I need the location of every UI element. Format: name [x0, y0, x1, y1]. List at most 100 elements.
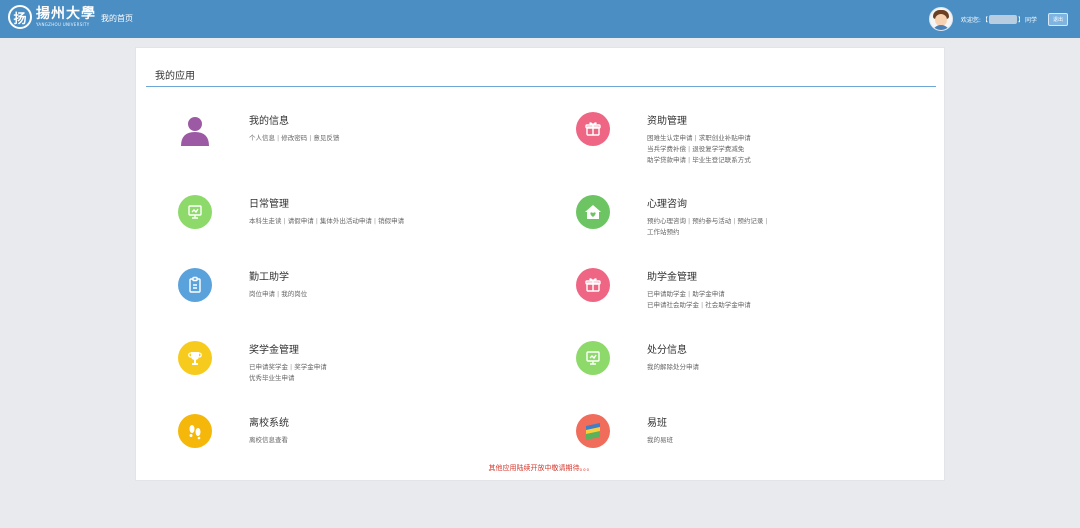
gift-icon[interactable]: [576, 268, 610, 302]
avatar-shirt: [931, 25, 950, 30]
app-links: 已申请助学金 | 助学金申请 已申请社会助学金 | 社会助学金申请: [647, 289, 751, 311]
monitor-icon[interactable]: [576, 341, 610, 375]
app-link[interactable]: 我的解除处分申请: [647, 363, 699, 371]
app-link[interactable]: 岗位申请: [249, 290, 275, 298]
logout-button[interactable]: 退出: [1047, 12, 1068, 26]
app-links-row: 助学贷款申请 | 毕业生登记联系方式: [647, 155, 751, 166]
app-name[interactable]: 勤工助学: [249, 268, 289, 283]
university-seal-icon: 扬: [8, 5, 32, 29]
yiban-flag-icon[interactable]: [576, 414, 610, 448]
logo-title: 揚州大學: [36, 6, 96, 22]
logo-subtitle: YANGZHOU UNIVERSITY: [36, 22, 90, 27]
app-link[interactable]: 离校信息查看: [249, 436, 288, 444]
top-bar: 扬 揚州大學 YANGZHOU UNIVERSITY 我的首页 欢迎您: 【 】…: [0, 0, 1080, 38]
trophy-icon[interactable]: [178, 341, 212, 375]
app-links-row: 困难生认定申请 | 求职创业补贴申请: [647, 133, 751, 144]
app-link[interactable]: 退役复学学费减免: [692, 145, 744, 153]
gift-icon[interactable]: [576, 112, 610, 146]
app-name[interactable]: 我的信息: [249, 112, 289, 127]
app-name[interactable]: 助学金管理: [647, 268, 697, 283]
app-links: 岗位申请 | 我的岗位: [249, 289, 307, 300]
app-links: 预约心理咨询 | 预约参与活动 | 预约记录 | 工作站预约: [647, 216, 770, 238]
app-link[interactable]: 已申请社会助学金: [647, 301, 699, 309]
app-link[interactable]: 当兵学费补偿: [647, 145, 686, 153]
app-name[interactable]: 易班: [647, 414, 667, 429]
link-separator: |: [277, 134, 280, 142]
app-link[interactable]: 助学金申请: [692, 290, 725, 298]
footprint-icon[interactable]: [178, 414, 212, 448]
app-name[interactable]: 奖学金管理: [249, 341, 299, 356]
app-link[interactable]: 困难生认定申请: [647, 134, 693, 142]
app-link[interactable]: 销假申请: [378, 217, 404, 225]
house-heart-icon[interactable]: [576, 195, 610, 229]
app-links-row: 优秀毕业生申请: [249, 373, 327, 384]
app-link[interactable]: 个人信息: [249, 134, 275, 142]
person-icon[interactable]: [178, 112, 212, 146]
app-links: 我的解除处分申请: [647, 362, 699, 373]
app-links-row: 预约心理咨询 | 预约参与活动 | 预约记录 |: [647, 216, 770, 227]
app-links-row: 我的解除处分申请: [647, 362, 699, 373]
app-link[interactable]: 意见反馈: [313, 134, 339, 142]
app-links-row: 离校信息查看: [249, 435, 288, 446]
link-separator: |: [688, 290, 691, 298]
app-link[interactable]: 我的易班: [647, 436, 673, 444]
nav-home-link[interactable]: 我的首页: [101, 13, 133, 24]
app-links-row: 当兵学费补偿 | 退役复学学费减免: [647, 144, 751, 155]
panel-divider: [146, 86, 936, 87]
link-separator: |: [309, 134, 312, 142]
app-link[interactable]: 毕业生登记联系方式: [692, 156, 751, 164]
app-name[interactable]: 离校系统: [249, 414, 289, 429]
app-links-row: 已申请社会助学金 | 社会助学金申请: [647, 300, 751, 311]
app-link[interactable]: 奖学金申请: [294, 363, 327, 371]
app-link[interactable]: 我的岗位: [281, 290, 307, 298]
app-name[interactable]: 日常管理: [249, 195, 289, 210]
app-link[interactable]: 助学贷款申请: [647, 156, 686, 164]
logo-text: 揚州大學 YANGZHOU UNIVERSITY: [36, 6, 96, 28]
app-name[interactable]: 心理咨询: [647, 195, 687, 210]
link-separator: |: [277, 290, 280, 298]
app-links-row: 本科生走读 | 请假申请 | 集体外出活动申请 | 销假申请: [249, 216, 404, 227]
welcome-text: 欢迎您: 【 】 同学: [960, 14, 1037, 24]
bracket-open: 【: [981, 16, 988, 24]
app-links: 已申请奖学金 | 奖学金申请优秀毕业生申请: [249, 362, 327, 384]
app-links-row: 岗位申请 | 我的岗位: [249, 289, 307, 300]
link-separator: |: [688, 145, 691, 153]
app-name[interactable]: 资助管理: [647, 112, 687, 127]
bracket-close: 】: [1017, 16, 1024, 24]
app-link[interactable]: 预约记录: [737, 217, 763, 225]
user-area: 欢迎您: 【 】 同学 退出: [928, 7, 1068, 31]
app-links: 个人信息 | 修改密码 | 意见反馈: [249, 133, 339, 144]
university-logo[interactable]: 扬 揚州大學 YANGZHOU UNIVERSITY: [8, 5, 96, 29]
app-links-row: 已申请助学金 | 助学金申请: [647, 289, 751, 300]
app-link[interactable]: 修改密码: [281, 134, 307, 142]
link-separator: |: [701, 301, 704, 309]
avatar[interactable]: [928, 7, 953, 31]
app-link[interactable]: 已申请奖学金: [249, 363, 288, 371]
link-separator: |: [283, 217, 286, 225]
welcome-prefix: 欢迎您:: [960, 16, 981, 24]
document-icon[interactable]: [178, 268, 212, 302]
app-link[interactable]: 本科生走读: [249, 217, 282, 225]
app-link[interactable]: 集体外出活动申请: [320, 217, 372, 225]
app-link[interactable]: 优秀毕业生申请: [249, 374, 295, 382]
app-links: 困难生认定申请 | 求职创业补贴申请 当兵学费补偿 | 退役复学学费减免 助学贷款申请 | 毕业…: [647, 133, 751, 166]
link-separator: |: [765, 217, 768, 225]
app-link[interactable]: 预约参与活动: [692, 217, 731, 225]
user-role: 同学: [1024, 16, 1037, 24]
app-links: 本科生走读 | 请假申请 | 集体外出活动申请 | 销假申请: [249, 216, 404, 227]
app-link[interactable]: 预约心理咨询: [647, 217, 686, 225]
app-link[interactable]: 求职创业补贴申请: [699, 134, 751, 142]
coming-soon-note: 其他应用陆续开放中敬请期待。。。: [488, 464, 594, 472]
app-link[interactable]: 已申请助学金: [647, 290, 686, 298]
my-apps-panel: 我的应用 我的信息 个人信息 | 修改密码 | 意见反馈 资助管理 困难生认定申请 | 求职创业补…: [135, 47, 945, 481]
app-link[interactable]: 工作站预约: [647, 228, 680, 236]
monitor-icon[interactable]: [178, 195, 212, 229]
app-link[interactable]: 社会助学金申请: [705, 301, 751, 309]
app-links-row: 我的易班: [647, 435, 673, 446]
app-link[interactable]: 请假申请: [288, 217, 314, 225]
link-separator: |: [290, 363, 293, 371]
link-separator: |: [315, 217, 318, 225]
app-links: 离校信息查看: [249, 435, 288, 446]
app-links-row: 工作站预约: [647, 227, 770, 238]
app-name[interactable]: 处分信息: [647, 341, 687, 356]
